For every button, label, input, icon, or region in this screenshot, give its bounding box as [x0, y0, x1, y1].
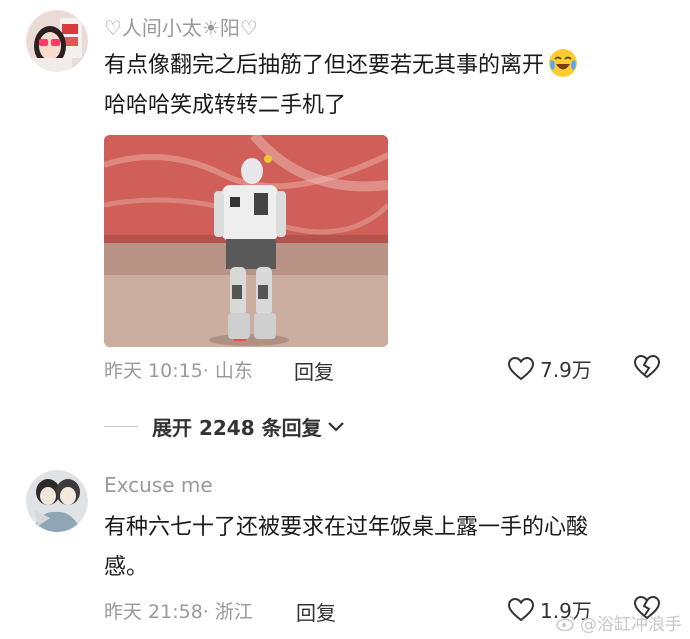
comment-text: 有点像翻完之后抽筋了但还要若无其事的离开 哈哈哈笑成转转二手机了	[104, 46, 578, 126]
divider	[104, 426, 138, 427]
like-button[interactable]: 7.9万	[508, 354, 592, 383]
heart-icon	[508, 597, 534, 621]
comment-location: · 浙江	[202, 601, 253, 623]
watermark: @浴缸冲浪手	[556, 610, 682, 635]
username[interactable]: Excuse me	[104, 473, 213, 497]
username[interactable]: ♡人间小太☀阳♡	[104, 12, 258, 41]
reply-button[interactable]: 回复	[294, 356, 334, 385]
broken-heart-icon	[633, 354, 661, 379]
comment-text-line: 有点像翻完之后抽筋了但还要若无其事的离开	[104, 53, 545, 78]
dislike-button[interactable]	[633, 354, 661, 383]
comment-time: 昨天 21:58	[104, 601, 203, 623]
comment-text-line: 有种六七十了还被要求在过年饭桌上露一手的心酸	[104, 515, 589, 540]
avatar[interactable]	[26, 470, 88, 532]
comment-time: 昨天 10:15	[104, 360, 203, 382]
comment-item: ♡人间小太☀阳♡ 有点像翻完之后抽筋了但还要若无其事的离开 哈哈哈笑成转转二手机…	[0, 0, 690, 395]
comment-location: · 山东	[202, 360, 253, 382]
heart-icon	[508, 356, 534, 380]
expand-replies-button[interactable]: 展开 2248 条回复	[104, 412, 346, 441]
comment-text: 有种六七十了还被要求在过年饭桌上露一手的心酸 感。	[104, 508, 588, 588]
comment-image[interactable]	[104, 135, 388, 347]
weibo-logo-icon	[556, 615, 575, 631]
comment-text-line: 哈哈哈笑成转转二手机了	[104, 93, 347, 118]
expand-replies-label: 展开 2248 条回复	[152, 416, 322, 440]
watermark-text: @浴缸冲浪手	[580, 615, 682, 635]
reply-button[interactable]: 回复	[296, 597, 336, 626]
comment-meta: 昨天 10:15· 山东	[104, 356, 253, 383]
comment-text-line: 感。	[104, 555, 149, 580]
comment-meta: 昨天 21:58· 浙江	[104, 597, 253, 624]
like-count: 7.9万	[540, 358, 592, 382]
avatar[interactable]	[26, 10, 88, 72]
chevron-down-icon	[327, 421, 344, 432]
crying-laughing-emoji-icon	[549, 49, 578, 77]
